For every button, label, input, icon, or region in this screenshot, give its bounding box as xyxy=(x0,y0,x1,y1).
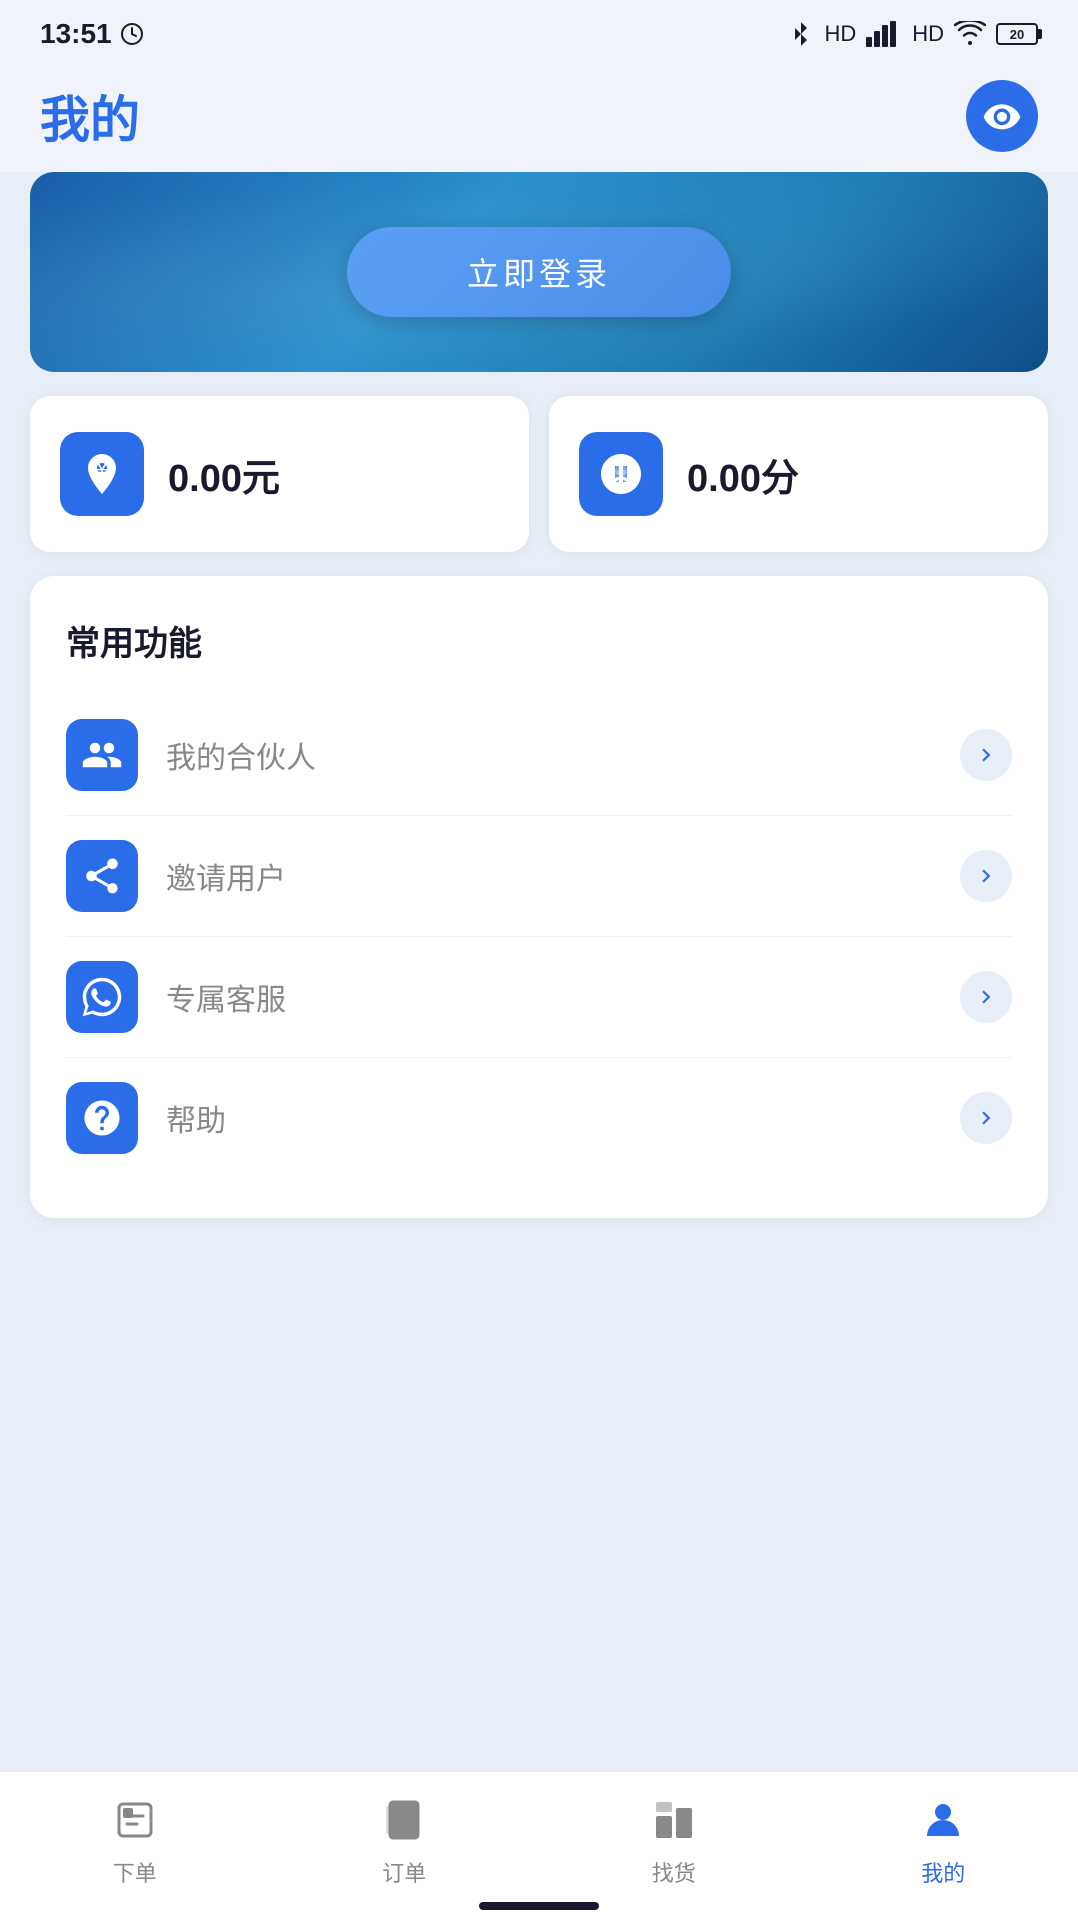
settings-button[interactable] xyxy=(966,80,1038,152)
service-icon-container xyxy=(66,961,138,1033)
header: 我的 xyxy=(0,60,1078,172)
function-item-service[interactable]: 专属客服 xyxy=(66,937,1012,1058)
function-item-invite[interactable]: 邀请用户 xyxy=(66,816,1012,937)
signal-bars-icon xyxy=(866,21,902,47)
help-icon xyxy=(81,1097,123,1139)
bottom-nav: 下单 订单 找货 我的 xyxy=(0,1771,1078,1918)
help-arrow xyxy=(960,1092,1012,1144)
eye-icon xyxy=(982,96,1022,136)
partner-icon-container xyxy=(66,719,138,791)
chevron-right-icon xyxy=(973,863,999,889)
order-place-icon-container xyxy=(107,1792,163,1848)
wallet-icon: ¥ xyxy=(78,450,126,498)
chevron-right-icon xyxy=(973,742,999,768)
balance-card-money[interactable]: ¥ 0.00元 xyxy=(30,396,529,552)
login-button[interactable]: 立即登录 xyxy=(347,227,731,317)
status-time: 13:51 xyxy=(40,18,144,50)
points-icon-container xyxy=(579,432,663,516)
order-place-icon xyxy=(111,1796,159,1844)
partner-label: 我的合伙人 xyxy=(166,733,960,777)
nav-indicator xyxy=(479,1902,599,1910)
order-list-icon-container xyxy=(376,1792,432,1848)
points-icon xyxy=(597,450,645,498)
function-item-help[interactable]: 帮助 xyxy=(66,1058,1012,1178)
function-item-partner[interactable]: 我的合伙人 xyxy=(66,695,1012,816)
invite-arrow xyxy=(960,850,1012,902)
share-icon-container xyxy=(66,840,138,912)
balance-card-points[interactable]: 0.00分 xyxy=(549,396,1048,552)
nav-item-find-goods[interactable]: 找货 xyxy=(539,1792,809,1888)
mine-icon xyxy=(919,1796,967,1844)
nav-item-place-order[interactable]: 下单 xyxy=(0,1792,270,1888)
find-goods-icon xyxy=(650,1796,698,1844)
wallet-icon-container: ¥ xyxy=(60,432,144,516)
svg-text:¥: ¥ xyxy=(95,459,108,481)
status-icons: HD HD 20 xyxy=(788,21,1038,47)
help-icon-container xyxy=(66,1082,138,1154)
main-content xyxy=(0,1242,1078,1842)
nav-label-place-order: 下单 xyxy=(113,1856,157,1888)
chevron-right-icon xyxy=(973,1105,999,1131)
wifi-icon xyxy=(954,21,986,47)
service-arrow xyxy=(960,971,1012,1023)
order-list-icon xyxy=(380,1796,428,1844)
points-amount: 0.00分 xyxy=(687,447,799,502)
money-amount: 0.00元 xyxy=(168,447,280,502)
status-bar: 13:51 HD HD 20 xyxy=(0,0,1078,60)
find-goods-icon-container xyxy=(646,1792,702,1848)
nav-item-mine[interactable]: 我的 xyxy=(809,1792,1078,1888)
partner-arrow xyxy=(960,729,1012,781)
share-icon xyxy=(81,855,123,897)
battery-icon: 20 xyxy=(996,23,1038,45)
invite-label: 邀请用户 xyxy=(166,854,960,898)
bluetooth-icon xyxy=(788,21,814,47)
signal-icon: HD xyxy=(824,21,856,47)
functions-title: 常用功能 xyxy=(66,616,1012,665)
nav-label-find-goods: 找货 xyxy=(652,1856,696,1888)
signal2-icon: HD xyxy=(912,21,944,47)
service-icon xyxy=(81,976,123,1018)
service-label: 专属客服 xyxy=(166,975,960,1019)
login-banner: 立即登录 xyxy=(30,172,1048,372)
balance-row: ¥ 0.00元 0.00分 xyxy=(30,396,1048,552)
nav-label-mine: 我的 xyxy=(921,1856,965,1888)
nav-label-orders: 订单 xyxy=(382,1856,426,1888)
help-label: 帮助 xyxy=(166,1096,960,1140)
page-title: 我的 xyxy=(40,80,140,152)
nav-item-orders[interactable]: 订单 xyxy=(270,1792,540,1888)
partner-icon xyxy=(81,734,123,776)
chevron-right-icon xyxy=(973,984,999,1010)
mine-icon-container xyxy=(915,1792,971,1848)
functions-card: 常用功能 我的合伙人 邀请用户 xyxy=(30,576,1048,1218)
